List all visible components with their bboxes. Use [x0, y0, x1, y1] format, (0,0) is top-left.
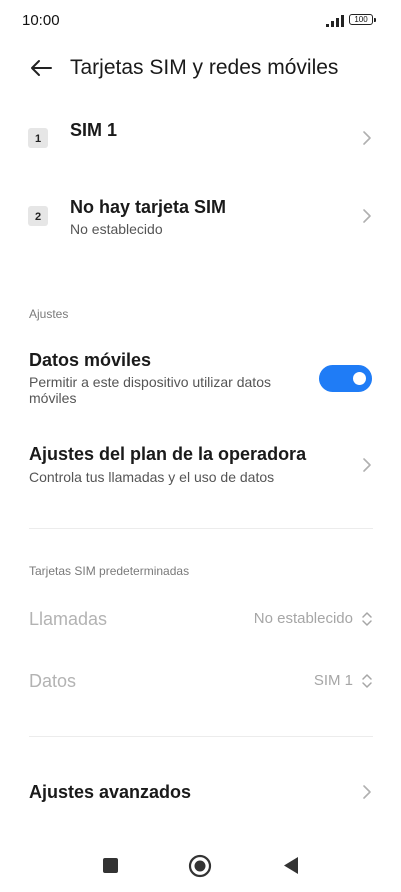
sim-1-title: SIM 1	[70, 120, 118, 140]
calls-value: No establecido	[253, 610, 353, 627]
status-bar: 10:00 100	[0, 0, 401, 44]
section-label-default-sims: Tarjetas SIM predeterminadas	[29, 564, 190, 578]
status-time: 10:00	[22, 12, 60, 29]
back-triangle-icon[interactable]	[282, 856, 300, 875]
calls-title: Llamadas	[29, 609, 108, 629]
sim-2-subtitle: No establecido	[70, 221, 163, 237]
home-circle-icon[interactable]	[188, 854, 212, 878]
sim-2-row[interactable]: 2 No hay tarjeta SIM No establecido	[0, 186, 401, 248]
sim-2-title: No hay tarjeta SIM	[70, 197, 227, 217]
signal-icon	[326, 15, 344, 27]
carrier-plan-row[interactable]: Ajustes del plan de la operadora Control…	[0, 438, 401, 498]
section-label-ajustes: Ajustes	[29, 307, 69, 321]
advanced-settings-row[interactable]: Ajustes avanzados	[0, 770, 401, 814]
divider	[29, 528, 373, 529]
arrow-left-icon[interactable]	[29, 56, 53, 80]
chevron-right-icon	[363, 458, 371, 472]
toggle-knob	[353, 372, 366, 385]
sim-1-row[interactable]: 1 SIM 1	[0, 108, 401, 170]
chevron-right-icon	[363, 131, 371, 145]
divider	[29, 736, 373, 737]
page-title: Tarjetas SIM y redes móviles	[70, 56, 339, 79]
battery-tip	[374, 18, 376, 22]
sim-1-badge-icon: 1	[28, 128, 48, 148]
chevron-right-icon	[363, 785, 371, 799]
data-value: SIM 1	[313, 672, 353, 689]
data-row[interactable]: Datos SIM 1	[0, 660, 401, 702]
carrier-plan-subtitle: Controla tus llamadas y el uso de datos	[29, 469, 275, 485]
carrier-plan-title: Ajustes del plan de la operadora	[29, 444, 307, 464]
mobile-data-subtitle: Permitir a este dispositivo utilizar dat…	[29, 374, 271, 406]
battery-icon: 100	[349, 14, 373, 25]
chevron-updown-icon	[362, 674, 372, 688]
calls-row[interactable]: Llamadas No establecido	[0, 598, 401, 640]
data-title: Datos	[29, 671, 77, 691]
chevron-right-icon	[363, 209, 371, 223]
advanced-settings-title: Ajustes avanzados	[29, 782, 192, 802]
mobile-data-title: Datos móviles	[29, 350, 152, 370]
battery-level: 100	[354, 15, 368, 24]
sim-2-badge-icon: 2	[28, 206, 48, 226]
chevron-updown-icon	[362, 612, 372, 626]
mobile-data-toggle[interactable]	[319, 365, 372, 392]
recents-square-icon[interactable]	[102, 857, 119, 874]
